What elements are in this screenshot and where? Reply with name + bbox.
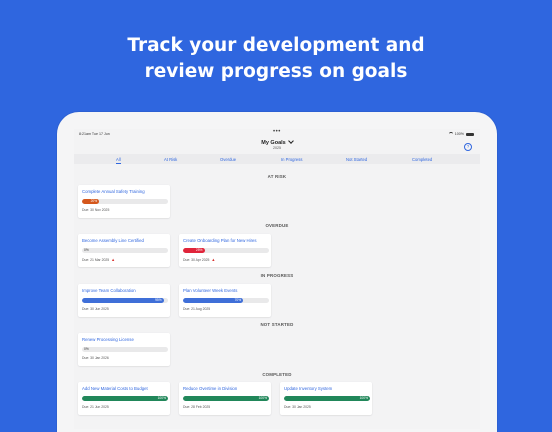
headline: Track your development and review progre… <box>0 33 552 85</box>
section-header-in-progress: IN PROGRESS <box>260 273 294 278</box>
progress-bar: 100% <box>284 396 370 401</box>
progress-bar: 20% <box>82 199 168 204</box>
status-time: 8:21am Tue 17 Jun <box>79 132 110 136</box>
due-date: Due: 30 Jun 2025 <box>82 307 109 311</box>
progress-label: 70% <box>234 298 242 302</box>
goal-title: Update Inventory System <box>284 386 333 391</box>
goal-card[interactable]: Complete Annual Safety Training 20% Due:… <box>78 185 170 218</box>
tablet-frame: 8:21am Tue 17 Jun ••• 100% My Goals 2025… <box>57 112 497 432</box>
progress-bar: 100% <box>82 396 168 401</box>
progress-bar <box>82 347 168 352</box>
wifi-icon <box>448 132 453 136</box>
goal-title: Complete Annual Safety Training <box>82 189 145 194</box>
goal-title: Become Assembly Line Certified <box>82 238 144 243</box>
overdue-flag-icon: ▲ <box>211 257 216 262</box>
due-date: Due: 21 Jun 2025 <box>82 405 109 409</box>
battery-percent: 100% <box>454 132 464 136</box>
progress-fill: 25% <box>183 248 205 253</box>
progress-label: 100% <box>258 396 267 400</box>
goal-title: Renew Processing License <box>82 337 134 342</box>
progress-fill: 20% <box>82 199 100 204</box>
goal-card[interactable]: Improve Team Collaboration 95% Due: 30 J… <box>78 284 170 317</box>
progress-bar: 100% <box>183 396 269 401</box>
progress-bar: 70% <box>183 298 269 303</box>
due-date: Due: 30 Apr 2025 ▲ <box>183 257 216 262</box>
progress-label: 100% <box>157 396 166 400</box>
tab-at-risk[interactable]: At Risk <box>164 157 177 162</box>
section-header-overdue: OVERDUE <box>265 223 289 228</box>
progress-fill: 100% <box>284 396 370 401</box>
goal-title: Add New Material Costs to Budget <box>82 386 148 391</box>
multitasking-dots-icon[interactable]: ••• <box>273 129 281 135</box>
goal-card[interactable]: Create Onboarding Plan for New Hires 25%… <box>179 234 271 267</box>
progress-fill: 100% <box>183 396 269 401</box>
progress-label: 95% <box>155 298 162 302</box>
goal-title: Reduce Overtime in Division <box>183 386 238 391</box>
year-label: 2025 <box>273 146 281 150</box>
progress-bar: 95% <box>82 298 168 303</box>
due-date: Due: 21 Mar 2025 ▲ <box>82 257 116 262</box>
overdue-flag-icon: ▲ <box>111 257 116 262</box>
due-date: Due: 30 Jan 2025 <box>284 405 311 409</box>
goal-title: Plan Volunteer Week Events <box>183 288 238 293</box>
goal-card[interactable]: Become Assembly Line Certified 0% Due: 2… <box>78 234 170 267</box>
chevron-down-icon <box>287 138 294 144</box>
due-date: Due: 30 Nov 2025 <box>82 208 110 212</box>
goal-title: Create Onboarding Plan for New Hires <box>183 238 257 243</box>
progress-fill: 95% <box>82 298 164 303</box>
headline-line-2: review progress on goals <box>144 61 408 82</box>
section-header-not-started: NOT STARTED <box>260 322 294 327</box>
status-bar: 8:21am Tue 17 Jun ••• 100% <box>74 129 480 139</box>
progress-fill: 70% <box>183 298 244 303</box>
goals-period-selector[interactable]: My Goals 2025 <box>74 138 480 150</box>
goal-card[interactable]: Reduce Overtime in Division 100% Due: 28… <box>179 382 271 415</box>
section-header-completed: COMPLETED <box>262 372 292 377</box>
progress-label: 0% <box>84 347 89 351</box>
tab-completed[interactable]: Completed <box>412 157 432 162</box>
goal-card[interactable]: Update Inventory System 100% Due: 30 Jan… <box>280 382 372 415</box>
section-header-at-risk: AT RISK <box>267 174 287 179</box>
goal-card[interactable]: Renew Processing License 0% Due: 30 Jan … <box>78 333 170 366</box>
progress-label: 20% <box>90 199 98 203</box>
filter-tabs: All At Risk Overdue In Progress Not Star… <box>74 154 480 164</box>
tab-not-started[interactable]: Not Started <box>346 157 367 162</box>
progress-label: 25% <box>195 248 203 252</box>
goal-title: Improve Team Collaboration <box>82 288 136 293</box>
progress-bar: 25% <box>183 248 269 253</box>
status-indicators: 100% <box>448 132 474 136</box>
tab-in-progress[interactable]: In Progress <box>281 157 302 162</box>
progress-fill: 100% <box>82 396 168 401</box>
due-date: Due: 30 Jan 2026 <box>82 356 109 360</box>
tab-all[interactable]: All <box>116 157 121 164</box>
tab-overdue[interactable]: Overdue <box>220 157 236 162</box>
headline-line-1: Track your development and <box>127 35 425 56</box>
goal-card[interactable]: Plan Volunteer Week Events 70% Due: 21 A… <box>179 284 271 317</box>
battery-icon <box>466 132 474 136</box>
app-screen: 8:21am Tue 17 Jun ••• 100% My Goals 2025… <box>74 129 480 429</box>
due-date: Due: 28 Feb 2025 <box>183 405 211 409</box>
help-icon[interactable]: ? <box>464 143 472 151</box>
due-date: Due: 21 Aug 2025 <box>183 307 211 311</box>
progress-label: 100% <box>359 396 368 400</box>
goal-card[interactable]: Add New Material Costs to Budget 100% Du… <box>78 382 170 415</box>
progress-label: 0% <box>84 248 89 252</box>
progress-bar <box>82 248 168 253</box>
